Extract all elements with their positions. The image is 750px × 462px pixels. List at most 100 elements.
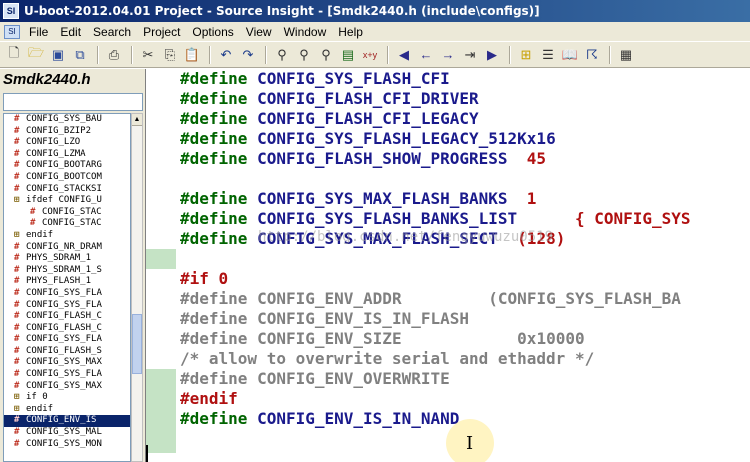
symbol-list-item[interactable]: ⊞ ifdef CONFIG_U <box>4 195 130 207</box>
changed-lines-marker <box>146 369 176 453</box>
jump-back-icon[interactable]: ◀ <box>394 45 414 65</box>
hash-define-icon: # <box>14 241 20 252</box>
cut-icon[interactable]: ✂ <box>138 45 158 65</box>
symbol-list-item-label: CONFIG_NR_DRAM <box>26 241 102 252</box>
browse-icon[interactable]: ⊞ <box>516 45 536 65</box>
symbol-list-item[interactable]: # CONFIG_BOOTCOM <box>4 172 130 184</box>
replace-icon[interactable]: ⚲ <box>316 45 336 65</box>
macro-name[interactable]: CONFIG_ENV_IS_IN_NAND <box>257 409 459 428</box>
symbol-list-item[interactable]: # CONFIG_SYS_MAL <box>4 427 130 439</box>
hash-define-icon: # <box>14 183 20 194</box>
macro-name[interactable]: CONFIG_FLASH_CFI_LEGACY <box>257 109 479 128</box>
new-file-icon[interactable]: 🗋 <box>4 45 24 65</box>
menu-view[interactable]: View <box>240 25 278 39</box>
reference-icon[interactable]: ☰ <box>538 45 558 65</box>
symbol-list-item[interactable]: ⊞ if 0 <box>4 392 130 404</box>
title-bar: SI U-boot-2012.04.01 Project - Source In… <box>0 0 750 22</box>
symbol-search-input[interactable] <box>3 93 143 111</box>
print-icon[interactable]: ⎙ <box>104 45 124 65</box>
symbol-list-scrollbar[interactable]: ▲ <box>131 113 143 462</box>
code-line: #define CONFIG_SYS_FLASH_BANKS_LIST { CO… <box>180 209 691 229</box>
symbol-list-item[interactable]: # PHYS_FLASH_1 <box>4 276 130 288</box>
jump-forward-icon[interactable]: ← <box>416 45 436 65</box>
hash-define-icon: # <box>14 171 20 182</box>
macro-name[interactable]: CONFIG_FLASH_CFI_DRIVER <box>257 89 479 108</box>
symbol-list-item[interactable]: # CONFIG_SYS_FLA <box>4 300 130 312</box>
jump-to-icon[interactable]: → <box>438 45 458 65</box>
undo-icon[interactable]: ↶ <box>216 45 236 65</box>
symbol-list-item[interactable]: # CONFIG_FLASH_S <box>4 346 130 358</box>
macro-name[interactable]: CONFIG_ENV_OVERWRITE <box>257 369 450 388</box>
macro-name[interactable]: CONFIG_ENV_IS_IN_FLASH <box>257 309 469 328</box>
source-insight-app-icon[interactable]: SI <box>3 3 19 19</box>
symbol-list-item[interactable]: # CONFIG_LZMA <box>4 149 130 161</box>
menu-edit[interactable]: Edit <box>54 25 87 39</box>
menu-search[interactable]: Search <box>87 25 137 39</box>
layout-icon[interactable]: ▦ <box>616 45 636 65</box>
code-line: #define CONFIG_FLASH_SHOW_PROGRESS 45 <box>180 149 546 169</box>
window-title: U-boot-2012.04.01 Project - Source Insig… <box>24 4 540 18</box>
hash-define-icon: # <box>14 369 20 380</box>
redo-icon[interactable]: ↷ <box>238 45 258 65</box>
symbol-list-item[interactable]: ⊞ endif <box>4 404 130 416</box>
search-project-icon[interactable]: ⚲ <box>294 45 314 65</box>
go-to-icon[interactable]: ⇥ <box>460 45 480 65</box>
symbol-list-item[interactable]: # CONFIG_SYS_MAX <box>4 381 130 393</box>
symbol-list-item[interactable]: # CONFIG_STACKSI <box>4 184 130 196</box>
symbol-list-item-label: CONFIG_BOOTCOM <box>26 171 102 182</box>
symbol-list-item[interactable]: # CONFIG_SYS_FLA <box>4 288 130 300</box>
symbol-list-item[interactable]: # CONFIG_LZO <box>4 137 130 149</box>
save-icon[interactable]: ▣ <box>48 45 68 65</box>
menu-options[interactable]: Options <box>186 25 239 39</box>
menu-file[interactable]: File <box>23 25 54 39</box>
code-line: #define CONFIG_FLASH_CFI_DRIVER <box>180 89 479 109</box>
code-editor[interactable]: #define CONFIG_SYS_FLASH_CFI #define CONF… <box>146 69 750 462</box>
symbol-list-item[interactable]: # CONFIG_SYS_FLA <box>4 369 130 381</box>
relation-icon[interactable]: ☈ <box>582 45 602 65</box>
hash-define-icon: # <box>14 415 20 426</box>
symbol-list-item[interactable]: # CONFIG_SYS_MAX <box>4 357 130 369</box>
hash-define-icon: # <box>14 137 20 148</box>
symbol-list[interactable]: # CONFIG_SYS_BAU # CONFIG_BZIP2 # CONFIG_LZO #… <box>3 113 131 462</box>
symbol-list-item[interactable]: # CONFIG_BOOTARG <box>4 160 130 172</box>
symbol-list-item[interactable]: # CONFIG_BZIP2 <box>4 126 130 138</box>
symbol-list-item[interactable]: # CONFIG_SYS_FLA <box>4 334 130 346</box>
search-files-icon[interactable]: ▤ <box>338 45 358 65</box>
symbol-list-item[interactable]: # CONFIG_ENV_IS <box>4 415 130 428</box>
document-system-menu-icon[interactable]: SI <box>4 24 20 39</box>
menu-help[interactable]: Help <box>332 25 369 39</box>
symbol-list-item-label: CONFIG_SYS_MON <box>26 438 102 449</box>
symbol-list-item-label: endif <box>26 229 54 240</box>
search-icon[interactable]: ⚲ <box>272 45 292 65</box>
macro-name[interactable]: CONFIG_ENV_SIZE <box>257 329 402 348</box>
macro-value: (CONFIG_SYS_FLASH_BA <box>488 289 681 308</box>
symbol-list-item[interactable]: # CONFIG_STAC <box>4 207 130 219</box>
macro-name[interactable]: CONFIG_SYS_FLASH_BANKS_LIST <box>257 209 517 228</box>
macro-name[interactable]: CONFIG_SYS_MAX_FLASH_BANKS <box>257 189 507 208</box>
symbol-list-item[interactable]: # CONFIG_FLASH_C <box>4 323 130 335</box>
symbol-list-item[interactable]: ⊞ endif <box>4 230 130 242</box>
code-line: #define CONFIG_SYS_FLASH_CFI <box>180 69 450 89</box>
symbol-list-item[interactable]: # CONFIG_SYS_MON <box>4 439 130 451</box>
symbol-list-item[interactable]: # CONFIG_SYS_BAU <box>4 114 130 126</box>
copy-icon[interactable]: ⎘ <box>160 45 180 65</box>
menu-window[interactable]: Window <box>278 25 333 39</box>
scroll-thumb[interactable] <box>132 314 142 374</box>
macro-name[interactable]: CONFIG_SYS_FLASH_LEGACY_512Kx16 <box>257 129 556 148</box>
macro-name[interactable]: CONFIG_FLASH_SHOW_PROGRESS <box>257 149 507 168</box>
symbol-list-item[interactable]: # PHYS_SDRAM_1 <box>4 253 130 265</box>
symbol-list-item[interactable]: # CONFIG_NR_DRAM <box>4 242 130 254</box>
scroll-up-arrow-icon[interactable]: ▲ <box>132 114 142 126</box>
bookmark-icon[interactable]: ▶ <box>482 45 502 65</box>
cross-reference-icon[interactable]: x+y <box>360 45 380 65</box>
book-icon[interactable]: 📖 <box>560 45 580 65</box>
paste-icon[interactable]: 📋 <box>182 45 202 65</box>
symbol-list-item[interactable]: # CONFIG_FLASH_C <box>4 311 130 323</box>
macro-name[interactable]: CONFIG_ENV_ADDR <box>257 289 402 308</box>
open-folder-icon[interactable]: 🗁 <box>26 45 46 65</box>
symbol-list-item[interactable]: # PHYS_SDRAM_1_S <box>4 265 130 277</box>
menu-project[interactable]: Project <box>137 25 186 39</box>
save-all-icon[interactable]: ⧉ <box>70 45 90 65</box>
macro-name[interactable]: CONFIG_SYS_FLASH_CFI <box>257 69 450 88</box>
symbol-list-item[interactable]: # CONFIG_STAC <box>4 218 130 230</box>
